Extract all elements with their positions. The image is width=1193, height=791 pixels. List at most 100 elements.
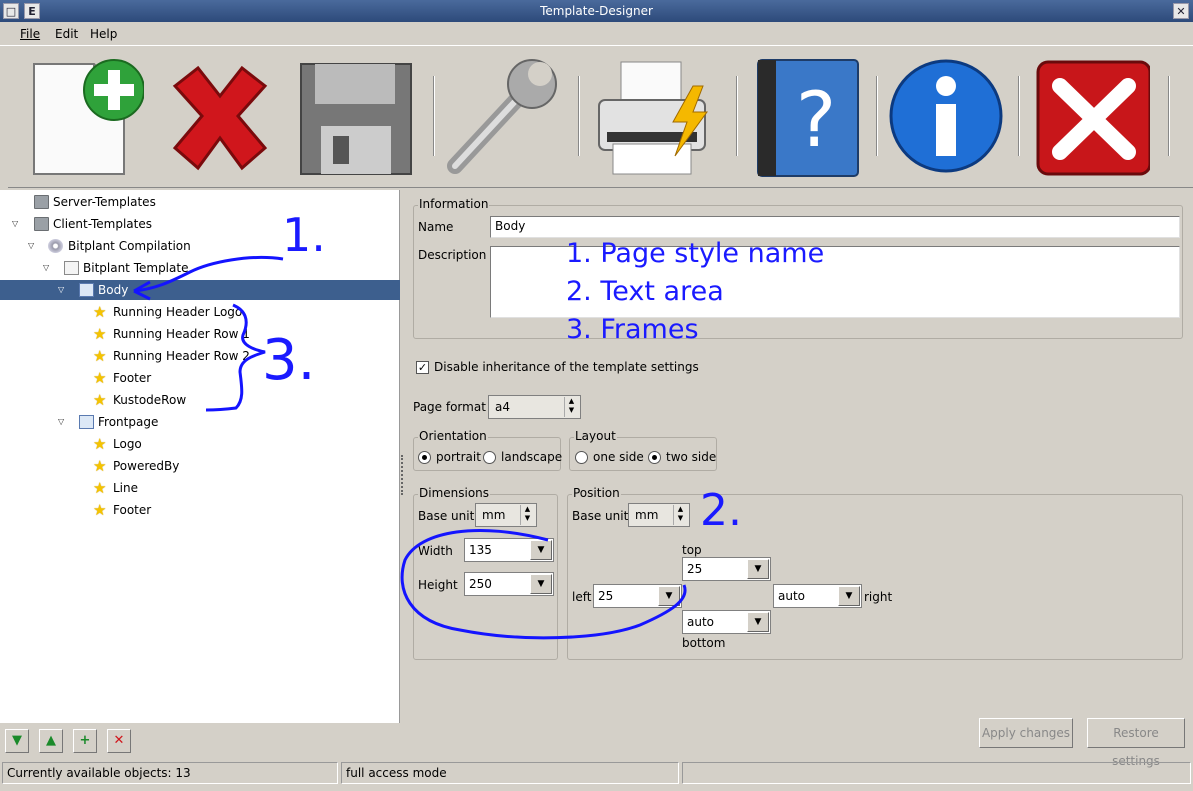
tree-item-running-header-logo[interactable]: ★ Running Header Logo [0, 302, 400, 322]
one-side-label: one side [593, 450, 644, 464]
chevron-down-icon[interactable]: ▼ [838, 586, 860, 606]
dimensions-base-unit-label: Base unit [418, 509, 475, 523]
frame-star-icon: ★ [93, 479, 107, 497]
height-combo[interactable]: 250 ▼ [464, 572, 554, 596]
disable-inheritance-checkbox[interactable]: ✓ [416, 361, 429, 374]
settings-button[interactable] [440, 56, 560, 178]
top-label: top [682, 543, 702, 557]
tree-item-running-header-row-2[interactable]: ★ Running Header Row 2 [0, 346, 400, 366]
splitter-handle[interactable] [401, 455, 405, 495]
apply-changes-button[interactable]: Apply changes [979, 718, 1073, 748]
info-icon [889, 59, 1003, 173]
new-template-button[interactable] [24, 56, 145, 178]
frame-star-icon: ★ [93, 435, 107, 453]
delete-button[interactable] [160, 56, 280, 178]
tree-item-frontpage[interactable]: ▽ Frontpage [0, 412, 400, 432]
tree-item-line[interactable]: ★ Line [0, 478, 400, 498]
collapse-arrow-icon[interactable]: ▽ [12, 214, 22, 234]
tree-item-footer[interactable]: ★ Footer [0, 368, 400, 388]
information-group-title: Information [418, 197, 490, 211]
position-base-unit-label: Base unit [572, 509, 629, 523]
collapse-arrow-icon[interactable]: ▽ [28, 236, 38, 256]
portrait-radio[interactable] [418, 451, 431, 464]
chevron-down-icon[interactable]: ▼ [747, 559, 769, 579]
toolbar-separator [433, 76, 435, 156]
tree-item-poweredby[interactable]: ★ PoweredBy [0, 456, 400, 476]
orientation-group: Orientation portrait landscape [413, 429, 563, 471]
one-side-radio[interactable] [575, 451, 588, 464]
collapse-arrow-icon[interactable]: ▽ [58, 412, 68, 432]
two-side-radio[interactable] [648, 451, 661, 464]
help-button[interactable]: ? [750, 56, 870, 178]
collapse-arrow-icon[interactable]: ▽ [58, 280, 68, 300]
tree-item-running-header-row-1[interactable]: ★ Running Header Row 1 [0, 324, 400, 344]
menu-help[interactable]: Help [90, 27, 117, 41]
position-base-unit-select[interactable]: mm ▲ ▼ [628, 503, 690, 527]
print-button[interactable] [593, 56, 713, 178]
delete-icon [172, 65, 268, 171]
top-combo[interactable]: 25 ▼ [682, 557, 771, 581]
save-button[interactable] [293, 56, 413, 178]
tree-item-bitplant-template[interactable]: ▽ Bitplant Template [0, 258, 400, 278]
layout-group: Layout one side two side [569, 429, 717, 471]
tree-item-footer-frontpage[interactable]: ★ Footer [0, 500, 400, 520]
dimensions-base-unit-select[interactable]: mm ▲ ▼ [475, 503, 537, 527]
frame-star-icon: ★ [93, 501, 107, 519]
window-close-button[interactable]: ✕ [1173, 3, 1189, 19]
toolbar-separator [876, 76, 878, 156]
tree-item-bitplant-compilation[interactable]: ▽ Bitplant Compilation [0, 236, 400, 256]
template-document-icon [64, 261, 79, 275]
chevron-down-icon[interactable]: ▼ [530, 574, 552, 594]
two-side-label: two side [666, 450, 717, 464]
settings-wrench-icon [447, 59, 557, 174]
spin-arrows-icon: ▲ ▼ [673, 505, 687, 525]
new-template-icon [33, 59, 145, 175]
chevron-down-icon[interactable]: ▼ [747, 612, 769, 632]
left-combo[interactable]: 25 ▼ [593, 584, 682, 608]
right-combo[interactable]: auto ▼ [773, 584, 862, 608]
position-group: Position Base unit mm ▲ ▼ top 25 ▼ left 2… [567, 486, 1183, 660]
landscape-label: landscape [501, 450, 563, 464]
page-style-icon [79, 415, 94, 429]
remove-item-button[interactable]: ✕ [107, 729, 131, 753]
name-field[interactable]: Body [490, 216, 1180, 238]
frame-star-icon: ★ [93, 347, 107, 365]
tree-item-kustoderow[interactable]: ★ KustodeRow [0, 390, 400, 410]
bottom-combo[interactable]: auto ▼ [682, 610, 771, 634]
description-label: Description [418, 248, 487, 262]
menu-edit[interactable]: Edit [55, 27, 78, 41]
landscape-radio[interactable] [483, 451, 496, 464]
chevron-down-icon[interactable]: ▼ [658, 586, 680, 606]
move-up-button[interactable]: ▲ [39, 729, 63, 753]
folder-icon [34, 217, 49, 231]
annotation-mark-1: 1. [282, 208, 326, 262]
page-format-select[interactable]: a4 ▲ ▼ [488, 395, 581, 419]
compilation-disc-icon [48, 239, 63, 253]
tree-item-client-templates[interactable]: ▽ Client-Templates [0, 214, 400, 234]
add-document-icon: + [79, 733, 91, 748]
tree-item-body[interactable]: ▽ Body [0, 280, 400, 300]
arrow-up-icon: ▲ [46, 733, 56, 748]
spin-arrows-icon: ▲ ▼ [564, 397, 578, 417]
print-icon [598, 61, 708, 175]
tree-item-logo[interactable]: ★ Logo [0, 434, 400, 454]
toolbar-separator [736, 76, 738, 156]
width-combo[interactable]: 135 ▼ [464, 538, 554, 562]
close-button[interactable] [1030, 56, 1152, 178]
spin-arrows-icon: ▲ ▼ [520, 505, 534, 525]
toolbar-separator [1018, 76, 1020, 156]
add-item-button[interactable]: + [73, 729, 97, 753]
status-objects: Currently available objects: 13 [2, 762, 338, 784]
properties-panel: Information Name Body Description ✓ Disa… [401, 190, 1193, 768]
chevron-down-icon[interactable]: ▼ [530, 540, 552, 560]
remove-icon: ✕ [113, 733, 125, 748]
folder-icon [34, 195, 49, 209]
restore-settings-button[interactable]: Restore settings [1087, 718, 1185, 768]
height-label: Height [418, 578, 458, 592]
annotation-mark-3: 3. [262, 328, 316, 393]
move-down-button[interactable]: ▼ [5, 729, 29, 753]
info-button[interactable] [886, 56, 1006, 178]
menu-file[interactable]: File [20, 27, 40, 41]
tree-item-server-templates[interactable]: Server-Templates [0, 192, 400, 212]
collapse-arrow-icon[interactable]: ▽ [43, 258, 53, 278]
